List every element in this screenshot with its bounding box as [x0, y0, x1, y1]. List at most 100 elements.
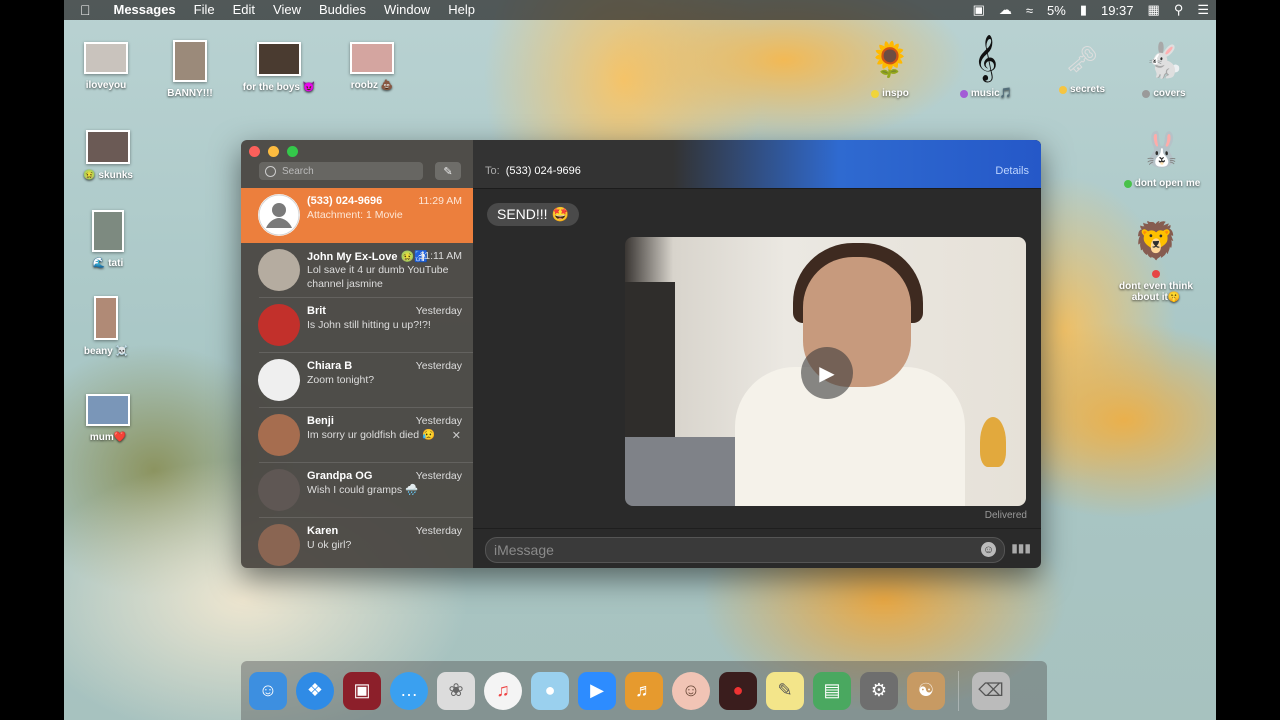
creative-cloud-icon[interactable]: ☁	[992, 2, 1019, 18]
conversation-item[interactable]: (533) 024-9696 11:29 AM Attachment: 1 Mo…	[241, 188, 473, 243]
clock[interactable]: 19:37	[1094, 3, 1141, 18]
menu-buddies[interactable]: Buddies	[310, 0, 375, 20]
desktop-icon-beany[interactable]: beany ☠️	[64, 296, 156, 357]
details-button[interactable]: Details	[995, 165, 1029, 177]
chat-pane: To: (533) 024-9696 Details SEND!!! 🤩 ▶ De…	[473, 140, 1041, 568]
desktop-icon-skunks[interactable]: 🤢 skunks	[64, 130, 158, 181]
menu-view[interactable]: View	[264, 0, 310, 20]
spotlight-search-icon[interactable]: ⚲	[1167, 2, 1191, 18]
seal-app-icon[interactable]: ●	[531, 671, 569, 710]
desktop-icon-roobz[interactable]: roobz 💩	[322, 42, 422, 91]
menu-app-name[interactable]: Messages	[105, 0, 185, 20]
label-text: music🎵	[970, 88, 1013, 99]
contact-name: Brit	[307, 305, 326, 317]
message-input[interactable]: iMessage ☺	[485, 537, 1005, 563]
garageband-icon[interactable]: ♬	[625, 671, 663, 710]
battery-icon[interactable]: ▮	[1073, 2, 1094, 18]
desktop-icon-dont-open-me[interactable]: 🐰 dont open me	[1112, 128, 1212, 189]
conversation-item[interactable]: John My Ex-Love 🤢🚮 11:11 AM Lol save it …	[241, 243, 473, 298]
video-background	[980, 417, 1006, 467]
conversation-item[interactable]: Brit Yesterday Is John still hitting u u…	[241, 298, 473, 353]
desktop-icon-banny[interactable]: BANNY!!!	[140, 40, 240, 99]
zoom-window-button[interactable]	[287, 146, 298, 157]
wifi-icon[interactable]: ≈	[1019, 3, 1040, 18]
label-text: covers	[1153, 88, 1186, 99]
received-message-bubble: SEND!!! 🤩	[487, 203, 579, 226]
delete-conversation-icon[interactable]: ✕	[452, 429, 461, 442]
desktop-icon-music[interactable]: 𝄞 music🎵	[936, 34, 1036, 99]
conversation-sidebar: Search ✎ (533) 024-9696 11:29 AM Attachm…	[241, 140, 473, 568]
to-label: To:	[485, 165, 500, 177]
emoji-picker-icon[interactable]: ☺	[981, 542, 996, 557]
search-input[interactable]: Search	[259, 162, 423, 180]
key-icon: 🗝	[1065, 44, 1099, 74]
bunny-doll-icon: 🐰	[1140, 131, 1184, 169]
desktop-icon-mum[interactable]: mum❤️	[64, 394, 158, 443]
menu-file[interactable]: File	[185, 0, 224, 20]
message-time: 11:11 AM	[419, 250, 462, 262]
recipient-field[interactable]: To: (533) 024-9696	[485, 165, 581, 177]
conversation-item[interactable]: Karen Yesterday U ok girl?	[241, 518, 473, 568]
system-preferences-icon[interactable]: ⚙	[860, 671, 898, 710]
messages-icon[interactable]: …	[390, 671, 428, 710]
desktop:  Messages File Edit View Buddies Window…	[64, 0, 1216, 720]
notification-center-icon[interactable]: ☰	[1190, 2, 1216, 18]
battery-percent[interactable]: 5%	[1040, 3, 1073, 18]
contacts-icon[interactable]: ☯	[907, 671, 945, 710]
conversation-item[interactable]: Benji Yesterday Im sorry ur goldfish die…	[241, 408, 473, 463]
finder-icon[interactable]: ☺	[249, 671, 287, 710]
rabbit-app-icon[interactable]: ❀	[437, 671, 475, 710]
stickies-icon[interactable]: ✎	[766, 671, 804, 710]
contact-name: Chiara B	[307, 360, 353, 372]
audio-message-icon[interactable]: ▮▮▮	[1011, 541, 1031, 555]
play-button-icon[interactable]: ▶	[801, 347, 853, 399]
apple-menu-icon[interactable]: 	[64, 0, 105, 20]
message-time: Yesterday	[415, 470, 462, 482]
video-background	[625, 437, 745, 506]
desktop-icon-label: music🎵	[959, 88, 1013, 99]
zoom-icon[interactable]: ▶	[578, 671, 616, 710]
minimize-window-button[interactable]	[268, 146, 279, 157]
conversation-item[interactable]: Grandpa OG Yesterday Wish I could gramps…	[241, 463, 473, 518]
desktop-icon-tati[interactable]: 🌊 tati	[64, 210, 158, 269]
message-preview: Im sorry ur goldfish died 😥	[307, 429, 436, 441]
compose-button[interactable]: ✎	[435, 162, 461, 180]
status-emoji: 🌊	[92, 258, 106, 269]
close-window-button[interactable]	[249, 146, 260, 157]
desktop-icon-inspo[interactable]: 🌻 inspo	[840, 38, 940, 99]
message-time: 11:29 AM	[418, 195, 462, 207]
trash-icon[interactable]: ⌫	[972, 671, 1010, 710]
conversation-item[interactable]: Chiara B Yesterday Zoom tonight?	[241, 353, 473, 408]
label-text: skunks	[98, 170, 133, 181]
itunes-icon[interactable]: ♫	[484, 671, 522, 710]
face-app-icon[interactable]: ☺	[672, 671, 710, 710]
calendar-icon[interactable]: ▦	[1141, 2, 1167, 18]
avatar	[258, 524, 300, 566]
message-input-bar: iMessage ☺ ▮▮▮	[473, 528, 1041, 568]
desktop-icon-label: mum❤️	[89, 432, 127, 443]
avatar	[258, 359, 300, 401]
video-subject	[735, 367, 965, 506]
menu-edit[interactable]: Edit	[224, 0, 264, 20]
safari-icon[interactable]: ❖	[296, 671, 334, 710]
menu-window[interactable]: Window	[375, 0, 439, 20]
preview-icon[interactable]: ▤	[813, 671, 851, 710]
menu-help[interactable]: Help	[439, 0, 484, 20]
tag-dot	[1123, 179, 1132, 188]
photo-booth-2-icon[interactable]: ●	[719, 671, 757, 710]
messages-window: Search ✎ (533) 024-9696 11:29 AM Attachm…	[241, 140, 1041, 568]
zoom-status-icon[interactable]: ▣	[966, 2, 992, 18]
desktop-icon-dont-even-think[interactable]: 🦁 dont even think about it🤫	[1106, 218, 1206, 303]
video-attachment[interactable]: ▶	[625, 237, 1026, 506]
desktop-icon-label: secrets	[1058, 84, 1105, 95]
desktop-icon-label: 🌊 tati	[93, 258, 123, 269]
folder-thumbnail	[350, 42, 394, 74]
desktop-icon-covers[interactable]: 🐇 covers	[1114, 40, 1214, 99]
folder-thumbnail	[86, 394, 130, 426]
folder-thumbnail	[257, 42, 301, 76]
photo-booth-icon[interactable]: ▣	[343, 671, 381, 710]
desktop-icon-for-the-boys[interactable]: for the boys 😈	[229, 42, 329, 93]
label-text: tati	[108, 258, 124, 269]
window-controls	[249, 146, 298, 157]
desktop-icon-label: dont even think about it🤫	[1111, 270, 1201, 303]
